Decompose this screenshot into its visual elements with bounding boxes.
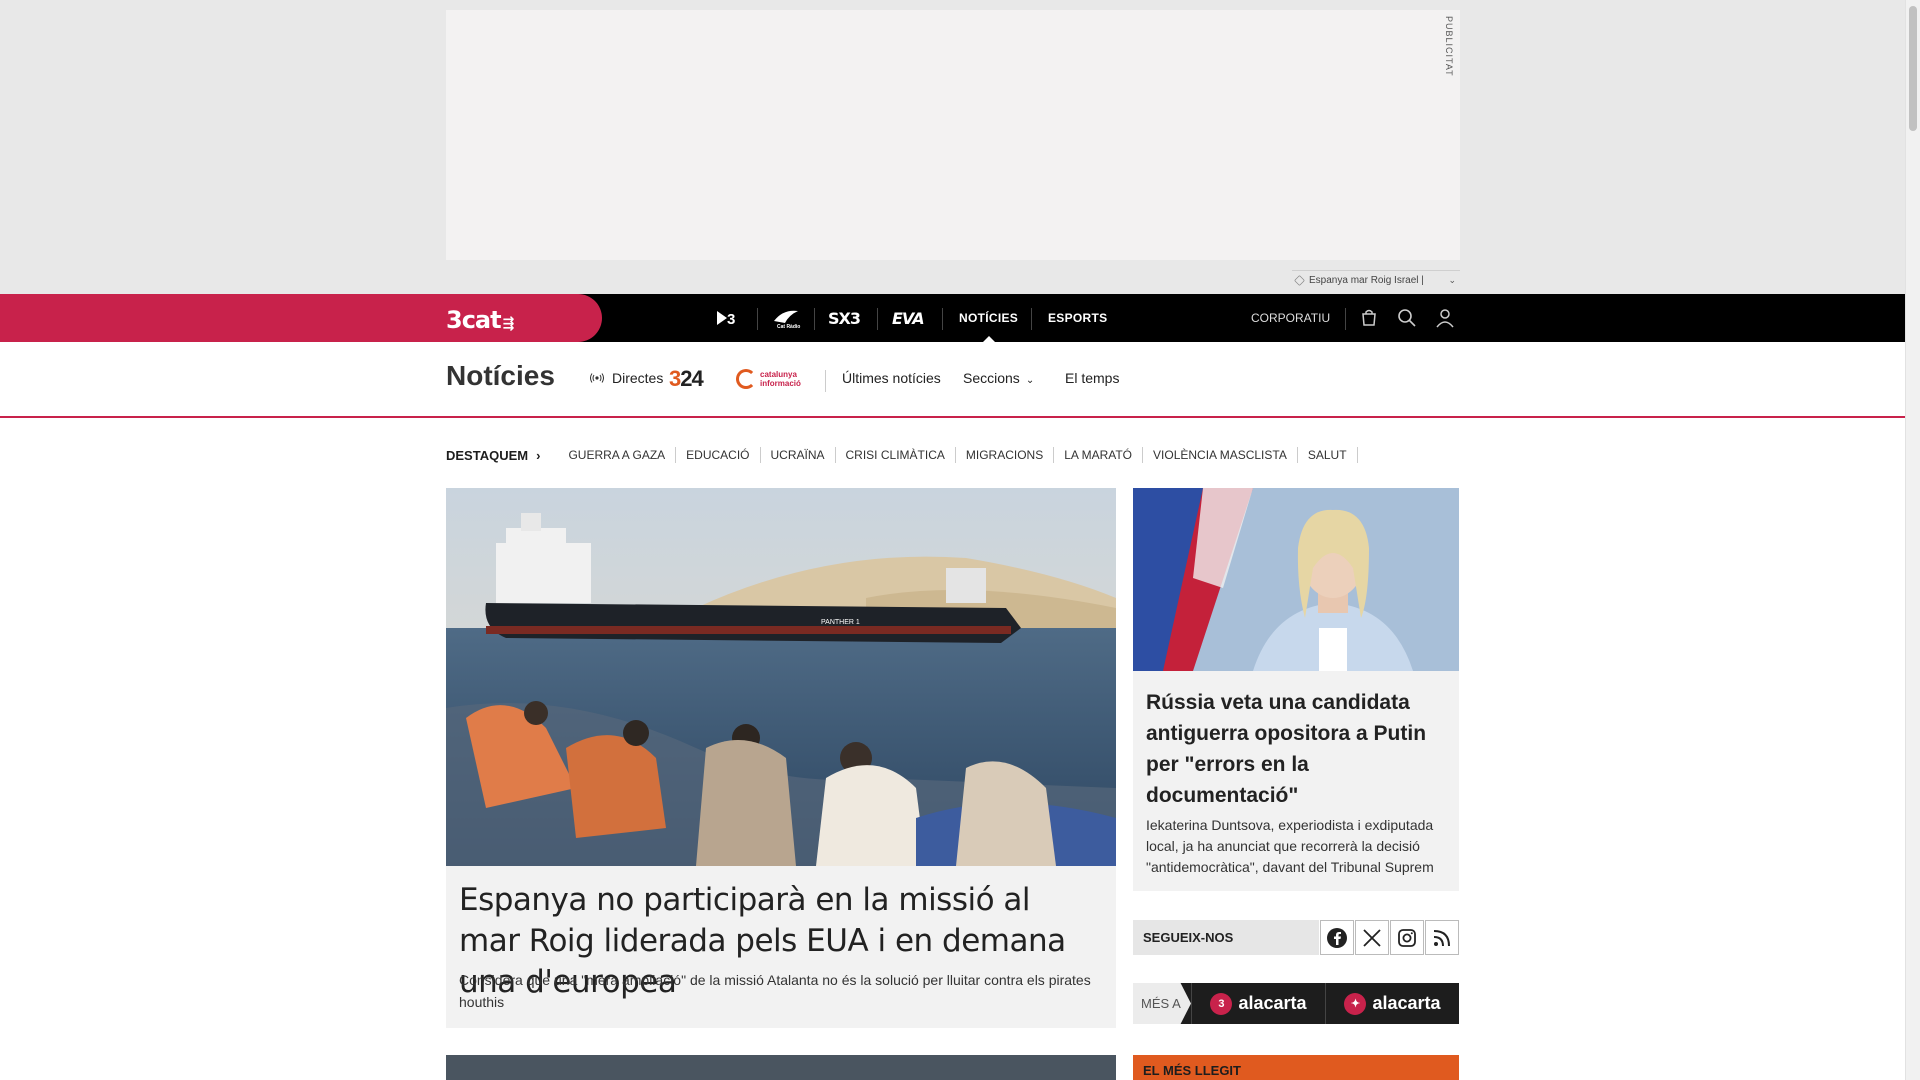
follow-us-label: SEGUEIX-NOS — [1133, 920, 1319, 955]
alacarta-bar: MÉS A 3 alacarta ✦ alacarta — [1133, 983, 1459, 1024]
chevron-down-icon: ⌄ — [1025, 375, 1035, 386]
tv3-badge-icon: 3 — [1210, 992, 1233, 1015]
main-story-image[interactable]: PANTHER 1 — [446, 488, 1116, 866]
separator — [1031, 308, 1032, 330]
chevron-right-icon: › — [536, 447, 541, 463]
channel-sx3-logo[interactable]: SX3 — [826, 294, 864, 342]
svg-text:3: 3 — [727, 311, 735, 328]
tv3-alacarta-link[interactable]: 3 alacarta — [1191, 983, 1325, 1024]
eva-icon: EVA — [892, 309, 925, 327]
scrollbar-thumb[interactable] — [1909, 6, 1917, 131]
latest-news-link[interactable]: Últimes notícies — [842, 370, 941, 386]
highlight-item[interactable]: GUERRA A GAZA — [558, 447, 677, 463]
shop-icon[interactable] — [1359, 308, 1379, 328]
catradio-badge-icon: ✦ — [1344, 992, 1367, 1015]
corporate-link[interactable]: CORPORATIU — [1251, 294, 1330, 342]
ad-band: PUBLICITAT Espanya mar Roig Israel | ⌄ — [0, 0, 1905, 294]
catinfo-line1: catalunya — [760, 370, 797, 379]
nav-link-noticies[interactable]: NOTÍCIES — [959, 294, 1018, 342]
separator — [757, 308, 758, 330]
catradio-icon: Cat Ràdio — [774, 310, 800, 329]
tag-icon — [1294, 275, 1305, 286]
follow-us-bar: SEGUEIX-NOS — [1133, 920, 1459, 955]
directes-link[interactable]: Directes — [590, 370, 663, 386]
side-story-summary: Iekaterina Duntsova, experiodista i exdi… — [1146, 817, 1434, 875]
topic-tags-text: Espanya mar Roig Israel | — [1309, 275, 1424, 286]
alacarta-label: alacarta — [1238, 993, 1307, 1013]
highlights-title[interactable]: DESTAQUEM › — [446, 448, 540, 463]
sx3-icon: SX3 — [828, 309, 861, 327]
separator — [877, 308, 878, 330]
svg-text:EVA: EVA — [892, 309, 924, 327]
channel-tv3-logo[interactable]: 3 — [712, 294, 744, 342]
alacarta-label: alacarta — [1372, 993, 1441, 1013]
logo-324[interactable]: 324 — [669, 366, 704, 392]
highlight-item[interactable]: MIGRACIONS — [956, 447, 1055, 463]
instagram-icon[interactable] — [1390, 920, 1424, 955]
section-title[interactable]: Notícies — [446, 360, 555, 392]
tv3-icon: 3 — [717, 311, 735, 328]
brand-logo[interactable]: 3cat ⇶ — [446, 306, 514, 334]
separator — [814, 308, 815, 330]
separator — [1345, 308, 1346, 330]
svg-text:SX3: SX3 — [828, 309, 860, 327]
highlight-item[interactable]: UCRAÏNA — [761, 447, 836, 463]
page-scrollbar[interactable] — [1905, 0, 1920, 1080]
svg-text:Cat Ràdio: Cat Ràdio — [777, 324, 800, 329]
main-story-summary: Considera que una "mera ampliació" de la… — [459, 972, 1091, 1010]
catradio-alacarta-link[interactable]: ✦ alacarta — [1325, 983, 1459, 1024]
x-icon[interactable] — [1355, 920, 1389, 955]
separator — [942, 308, 943, 330]
rss-icon[interactable] — [1425, 920, 1459, 955]
chevron-down-icon[interactable]: ⌄ — [1448, 275, 1460, 286]
highlight-item[interactable]: VIOLÈNCIA MASCLISTA — [1143, 447, 1298, 463]
channel-eva-logo[interactable]: EVA — [890, 294, 930, 342]
directes-label: Directes — [612, 370, 664, 386]
next-story-image[interactable] — [446, 1055, 1116, 1080]
search-icon[interactable] — [1397, 308, 1417, 328]
section-header: Notícies Directes 324 catalunya informaci… — [0, 342, 1905, 418]
sections-dropdown[interactable]: Seccions ⌄ — [963, 370, 1034, 386]
logo-catalunya-informacio[interactable]: catalunya informació — [736, 369, 801, 389]
highlight-item[interactable]: CRISI CLIMÀTICA — [836, 447, 956, 463]
weather-link[interactable]: El temps — [1065, 370, 1119, 386]
facebook-icon[interactable] — [1320, 920, 1354, 955]
sections-label: Seccions — [963, 370, 1020, 386]
side-story-image[interactable] — [1133, 488, 1459, 671]
highlight-item[interactable]: LA MARATÓ — [1054, 447, 1144, 463]
live-broadcast-icon — [590, 373, 604, 383]
catinfo-circle-icon — [736, 369, 756, 389]
topic-tags[interactable]: Espanya mar Roig Israel | ⌄ — [1292, 270, 1460, 290]
most-read-header: EL MÉS LLEGIT — [1133, 1055, 1459, 1080]
top-navigation: 3cat ⇶ 3 Cat Ràdio SX3 EVA NOTÍCIES ESPOR… — [0, 294, 1905, 342]
side-story-card[interactable]: Rússia veta una candidata antiguerra opo… — [1133, 488, 1459, 891]
side-story-headline[interactable]: Rússia veta una candidata antiguerra opo… — [1146, 687, 1446, 811]
channel-catradio-logo[interactable]: Cat Ràdio — [768, 294, 804, 342]
nav-link-esports[interactable]: ESPORTS — [1048, 294, 1107, 342]
catinfo-line2: informació — [760, 379, 801, 388]
ad-slot[interactable]: PUBLICITAT — [446, 10, 1460, 260]
main-story-card[interactable]: PANTHER 1 Espanya no participarà en la m… — [446, 488, 1116, 1028]
highlight-item[interactable]: EDUCACIÓ — [676, 447, 761, 463]
alacarta-prefix: MÉS A — [1133, 983, 1191, 1024]
ad-label: PUBLICITAT — [1444, 16, 1454, 77]
highlights-bar: DESTAQUEM › GUERRA A GAZA EDUCACIÓ UCRAÏN… — [446, 446, 1358, 464]
separator — [825, 370, 826, 392]
highlight-item[interactable]: SALUT — [1298, 447, 1358, 463]
ship-name: PANTHER 1 — [821, 619, 860, 626]
page: PUBLICITAT Espanya mar Roig Israel | ⌄ 3… — [0, 0, 1920, 1080]
user-icon[interactable] — [1435, 308, 1455, 328]
